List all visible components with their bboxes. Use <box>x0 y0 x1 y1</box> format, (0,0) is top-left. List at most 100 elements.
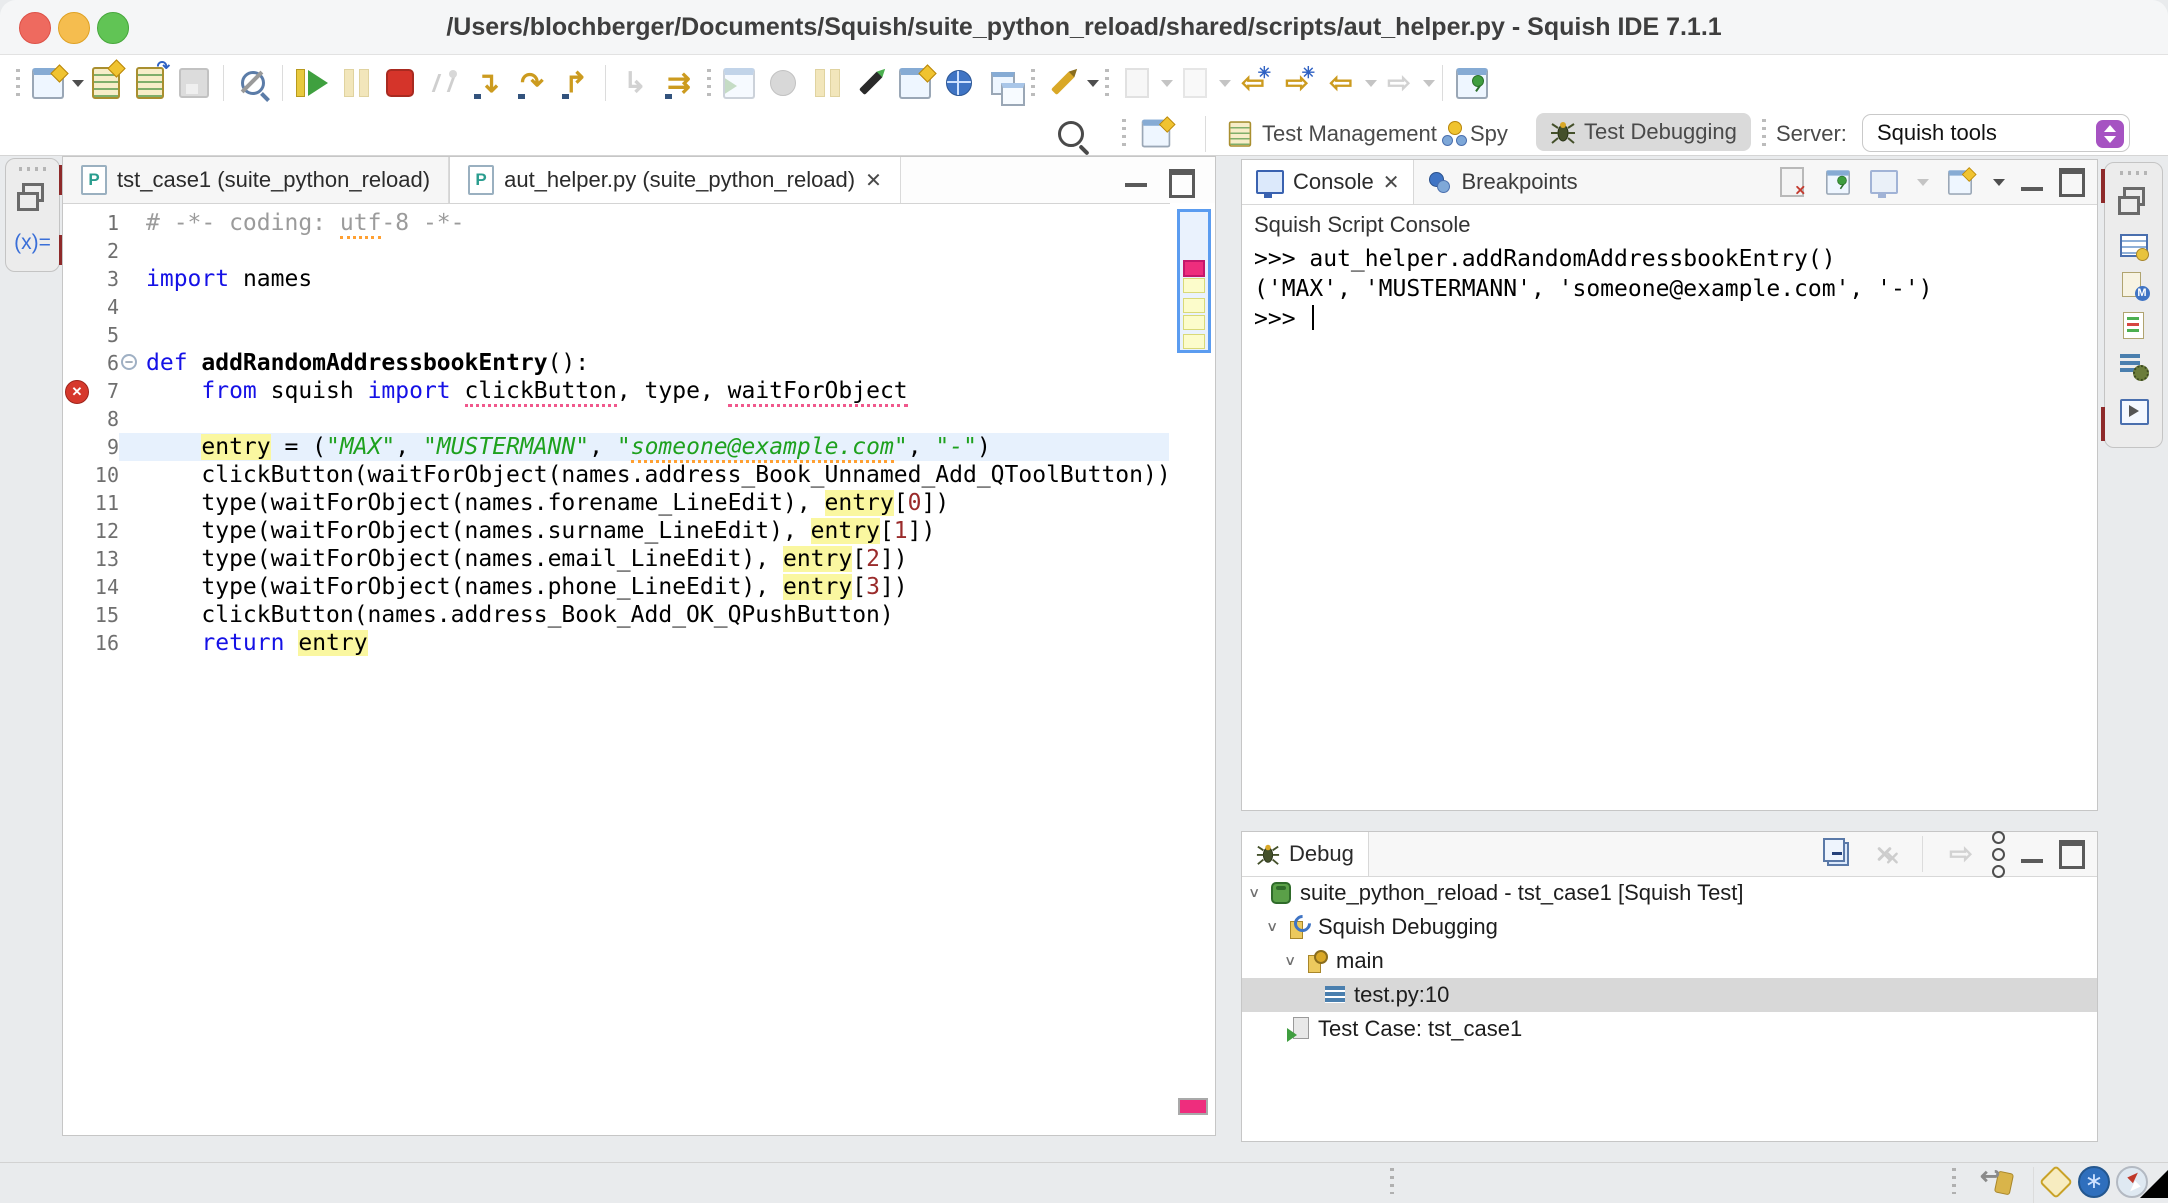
status-grip[interactable] <box>1390 1168 1394 1194</box>
debug-tree-row[interactable]: Test Case: tst_case1 <box>1242 1012 2097 1046</box>
drag-grip[interactable] <box>2119 171 2148 175</box>
restore-view-icon[interactable] <box>16 183 44 211</box>
overview-error-marker[interactable] <box>1183 260 1205 277</box>
drop-to-frame-icon[interactable]: ↳ <box>613 61 657 105</box>
step-over-icon[interactable]: ↷ <box>510 61 554 105</box>
code-line[interactable]: 8 <box>63 405 1169 433</box>
minimize-view-icon[interactable] <box>2021 845 2043 863</box>
code-line[interactable]: 3 import names <box>63 265 1169 293</box>
close-tab-icon[interactable]: ✕ <box>865 168 882 193</box>
new-test-suite-icon[interactable] <box>26 61 70 105</box>
code-line[interactable]: 12 type(waitForObject(names.surname_Line… <box>63 517 1169 545</box>
jump-to-previous-icon[interactable]: ⇦ ✳ <box>1231 61 1275 105</box>
pin-console-icon[interactable] <box>1823 167 1853 197</box>
maximize-view-icon[interactable] <box>1169 169 1195 198</box>
sparkle-icon[interactable] <box>2039 1165 2073 1199</box>
play-view-icon[interactable] <box>2119 397 2149 427</box>
overview-occurrence-marker[interactable] <box>1183 298 1205 313</box>
pause-icon[interactable] <box>334 61 378 105</box>
table-ball-icon[interactable] <box>2119 231 2149 261</box>
export-log-caret[interactable] <box>1219 79 1231 87</box>
show-next-icon[interactable]: ⇨ <box>1946 839 1976 869</box>
remove-all-terminated-icon[interactable] <box>1869 839 1899 869</box>
display-console-caret[interactable] <box>1917 178 1929 186</box>
code-line[interactable]: 5 <box>63 321 1169 349</box>
web-inspector-icon[interactable] <box>937 61 981 105</box>
perspective-test-management[interactable]: Test Management <box>1226 111 1437 156</box>
select-stepper-icon[interactable] <box>2096 120 2124 148</box>
forward-caret[interactable] <box>1423 79 1435 87</box>
debug-tree-row[interactable]: ∨ main <box>1242 944 2097 978</box>
highlight-dropdown-caret[interactable] <box>1087 79 1099 87</box>
overview-occurrence-marker[interactable] <box>1183 315 1205 330</box>
display-console-icon[interactable] <box>1869 167 1899 198</box>
perspective-test-debugging[interactable]: Test Debugging <box>1536 113 1751 151</box>
toolbar-grip[interactable] <box>1105 69 1109 97</box>
overview-ruler[interactable] <box>1170 203 1215 1129</box>
code-line[interactable]: 2 <box>63 237 1169 265</box>
debug-tree-row[interactable]: ∨ Squish Debugging <box>1242 910 2097 944</box>
open-console-caret[interactable] <box>1993 178 2005 186</box>
tab-breakpoints[interactable]: Breakpoints <box>1414 160 1591 204</box>
snapshot-icon[interactable] <box>893 61 937 105</box>
interrupt-icon[interactable] <box>805 61 849 105</box>
pin-editor-icon[interactable] <box>1450 61 1494 105</box>
code-editor[interactable]: 1 # -*- coding: utf-8 -*- 2 3 import names 4 5… <box>63 203 1169 1129</box>
save-icon[interactable] <box>172 61 216 105</box>
debug-tree-row[interactable]: ∨ suite_python_reload - tst_case1 [Squish… <box>1242 876 2097 910</box>
step-return-icon[interactable]: ↱ <box>554 61 598 105</box>
code-line[interactable]: 9 entry = ("MAX", "MUSTERMANN", "someone… <box>63 433 1169 463</box>
minimize-view-icon[interactable] <box>2021 173 2043 191</box>
close-tab-icon[interactable]: ✕ <box>1383 170 1400 195</box>
doc-m-icon[interactable] <box>2119 271 2150 301</box>
run-icon[interactable] <box>290 61 334 105</box>
tab-tst-case1[interactable]: P tst_case1 (suite_python_reload) <box>63 157 450 203</box>
code-line[interactable]: 11 type(waitForObject(names.forename_Lin… <box>63 489 1169 517</box>
code-line[interactable]: 13 type(waitForObject(names.email_LineEd… <box>63 545 1169 573</box>
step-through-icon[interactable]: ⇉ <box>657 61 701 105</box>
drag-grip[interactable] <box>18 167 47 171</box>
maximize-view-icon[interactable] <box>2059 839 2085 869</box>
overview-viewport[interactable] <box>1177 209 1211 353</box>
jump-to-next-icon[interactable]: ⇨ ✳ <box>1275 61 1319 105</box>
perspective-spy[interactable]: Spy <box>1442 111 1508 156</box>
web-icon[interactable]: ∗ <box>2078 1166 2110 1198</box>
tab-aut-helper[interactable]: P aut_helper.py (suite_python_reload) ✕ <box>449 157 901 203</box>
record-window-icon[interactable] <box>717 61 761 105</box>
code-line[interactable]: 6− def addRandomAddressbookEntry(): <box>63 349 1169 377</box>
open-perspective-icon[interactable] <box>1140 111 1176 156</box>
code-line[interactable]: ✕ 7 from squish import clickButton, type,… <box>63 377 1169 407</box>
tab-console[interactable]: Console ✕ <box>1242 160 1415 204</box>
collapse-all-icon[interactable] <box>1823 838 1853 869</box>
console-output[interactable]: >>> aut_helper.addRandomAddressbookEntry… <box>1254 244 1933 334</box>
windows-icon[interactable] <box>981 61 1025 106</box>
view-menu-icon[interactable] <box>1992 830 2005 878</box>
doc-list-icon[interactable] <box>2119 311 2149 341</box>
code-line[interactable]: 14 type(waitForObject(names.phone_LineEd… <box>63 573 1169 601</box>
restore-tag-icon[interactable]: ↩ <box>1980 1163 2014 1196</box>
object-not-picked-icon[interactable] <box>231 61 275 105</box>
maximize-view-icon[interactable] <box>2059 167 2085 197</box>
minimize-view-icon[interactable] <box>1125 169 1147 187</box>
highlight-object-icon[interactable] <box>1041 61 1085 105</box>
import-log-caret[interactable] <box>1161 79 1173 87</box>
clear-console-icon[interactable] <box>1777 167 1807 197</box>
tree-expand-chevron-icon[interactable]: ∨ <box>1284 953 1296 969</box>
toolbar-grip[interactable] <box>16 69 20 97</box>
code-line[interactable]: 4 <box>63 293 1169 321</box>
import-suite-icon[interactable]: ↷ <box>128 59 172 105</box>
server-select[interactable]: Squish tools <box>1862 114 2130 152</box>
tab-debug[interactable]: Debug <box>1242 832 1369 876</box>
code-line[interactable]: 10 clickButton(waitForObject(names.addre… <box>63 461 1169 489</box>
stop-icon[interactable] <box>378 61 422 105</box>
step-into-icon[interactable]: ↴ <box>466 61 510 105</box>
pick-object-icon[interactable] <box>849 61 893 105</box>
search-icon[interactable] <box>1058 111 1084 156</box>
new-test-case-icon[interactable] <box>84 59 128 105</box>
debug-tree-row[interactable]: test.py:10 <box>1242 978 2097 1012</box>
open-console-icon[interactable] <box>1945 166 1977 197</box>
import-log-icon[interactable] <box>1115 61 1159 105</box>
toolbar-grip[interactable] <box>707 69 711 97</box>
code-line[interactable]: 1 # -*- coding: utf-8 -*- <box>63 209 1169 239</box>
restore-view-icon[interactable] <box>2117 187 2145 215</box>
